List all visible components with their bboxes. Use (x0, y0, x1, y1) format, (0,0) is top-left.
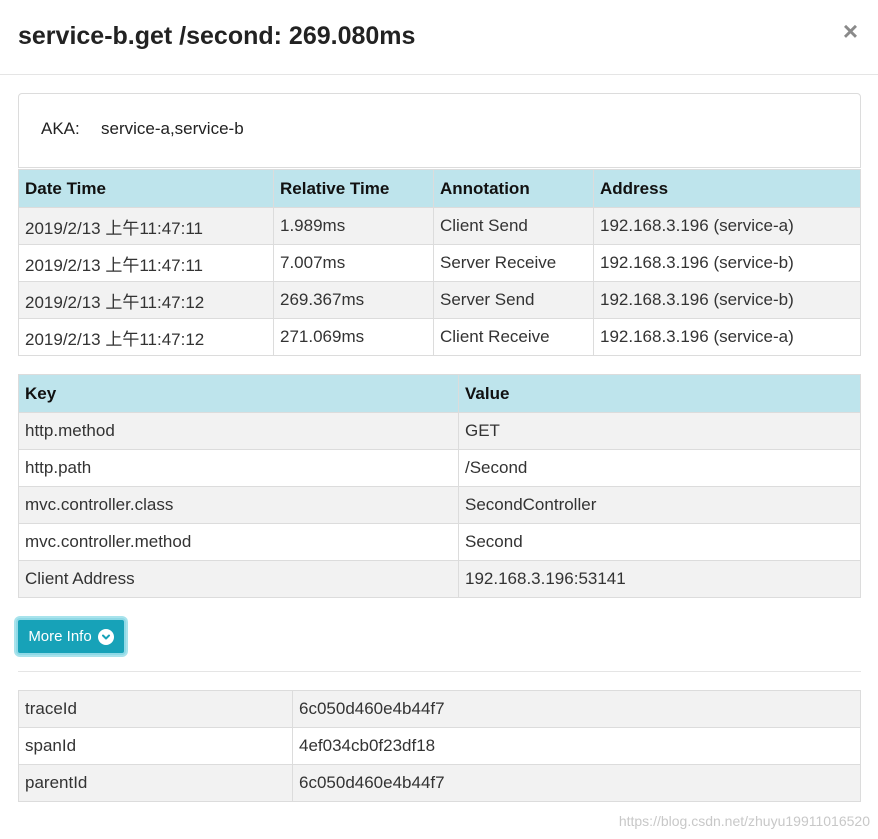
column-header-value: Value (458, 374, 861, 413)
annotation-cell: Client Send (433, 207, 594, 245)
table-row: Client Address 192.168.3.196:53141 (18, 560, 861, 598)
id-value-cell: 4ef034cb0f23df18 (292, 727, 861, 765)
table-row: http.path /Second (18, 449, 861, 487)
tags-header-row: Key Value (18, 374, 861, 413)
annotations-header-row: Date Time Relative Time Annotation Addre… (18, 169, 861, 208)
id-value-cell: 6c050d460e4b44f7 (292, 690, 861, 728)
table-row: http.method GET (18, 412, 861, 450)
watermark: https://blog.csdn.net/zhuyu19911016520 (618, 813, 870, 829)
section-divider (18, 671, 861, 672)
table-row: mvc.controller.method Second (18, 523, 861, 561)
address-cell: 192.168.3.196 (service-b) (593, 244, 861, 282)
tag-value-cell: /Second (458, 449, 861, 487)
id-key-cell: parentId (18, 764, 293, 802)
date-time-cell: 2019/2/13 上午11:47:11 (18, 244, 274, 282)
tag-value-cell: 192.168.3.196:53141 (458, 560, 861, 598)
annotation-cell: Server Receive (433, 244, 594, 282)
tag-key-cell: Client Address (18, 560, 459, 598)
relative-time-cell: 269.367ms (273, 281, 434, 319)
date-time-cell: 2019/2/13 上午11:47:12 (18, 318, 274, 356)
column-header-key: Key (18, 374, 459, 413)
date-time-cell: 2019/2/13 上午11:47:12 (18, 281, 274, 319)
table-row: 2019/2/13 上午11:47:11 7.007ms Server Rece… (18, 244, 861, 282)
tags-table: Key Value http.method GET http.path /Sec… (18, 374, 861, 598)
aka-value: service-a,service-b (101, 119, 244, 138)
relative-time-cell: 271.069ms (273, 318, 434, 356)
modal-title: service-b.get /second: 269.080ms (18, 22, 416, 50)
tag-key-cell: http.method (18, 412, 459, 450)
span-detail-modal: service-b.get /second: 269.080ms × AKA: … (0, 0, 878, 839)
annotations-table: Date Time Relative Time Annotation Addre… (18, 169, 861, 356)
table-row: 2019/2/13 上午11:47:11 1.989ms Client Send… (18, 207, 861, 245)
more-info-button[interactable]: More Info (16, 618, 126, 655)
ids-table: traceId 6c050d460e4b44f7 spanId 4ef034cb… (18, 690, 861, 802)
tag-value-cell: GET (458, 412, 861, 450)
address-cell: 192.168.3.196 (service-a) (593, 207, 861, 245)
address-cell: 192.168.3.196 (service-b) (593, 281, 861, 319)
table-row: traceId 6c050d460e4b44f7 (18, 690, 861, 728)
chevron-down-circle-icon (97, 628, 114, 645)
table-row: 2019/2/13 上午11:47:12 269.367ms Server Se… (18, 281, 861, 319)
tag-key-cell: mvc.controller.method (18, 523, 459, 561)
tag-value-cell: Second (458, 523, 861, 561)
table-row: 2019/2/13 上午11:47:12 271.069ms Client Re… (18, 318, 861, 356)
table-row: mvc.controller.class SecondController (18, 486, 861, 524)
id-key-cell: traceId (18, 690, 293, 728)
annotation-cell: Server Send (433, 281, 594, 319)
relative-time-cell: 7.007ms (273, 244, 434, 282)
relative-time-cell: 1.989ms (273, 207, 434, 245)
aka-label: AKA: (41, 119, 80, 138)
address-cell: 192.168.3.196 (service-a) (593, 318, 861, 356)
table-row: parentId 6c050d460e4b44f7 (18, 764, 861, 802)
column-header-relative-time: Relative Time (273, 169, 434, 208)
aka-panel: AKA: service-a,service-b (18, 93, 861, 168)
column-header-annotation: Annotation (433, 169, 594, 208)
modal-header: service-b.get /second: 269.080ms × (0, 0, 878, 75)
id-value-cell: 6c050d460e4b44f7 (292, 764, 861, 802)
close-button[interactable]: × (843, 18, 858, 44)
tag-value-cell: SecondController (458, 486, 861, 524)
column-header-address: Address (593, 169, 861, 208)
tag-key-cell: http.path (18, 449, 459, 487)
column-header-date-time: Date Time (18, 169, 274, 208)
tag-key-cell: mvc.controller.class (18, 486, 459, 524)
date-time-cell: 2019/2/13 上午11:47:11 (18, 207, 274, 245)
id-key-cell: spanId (18, 727, 293, 765)
annotation-cell: Client Receive (433, 318, 594, 356)
more-info-label: More Info (28, 628, 92, 645)
table-row: spanId 4ef034cb0f23df18 (18, 727, 861, 765)
